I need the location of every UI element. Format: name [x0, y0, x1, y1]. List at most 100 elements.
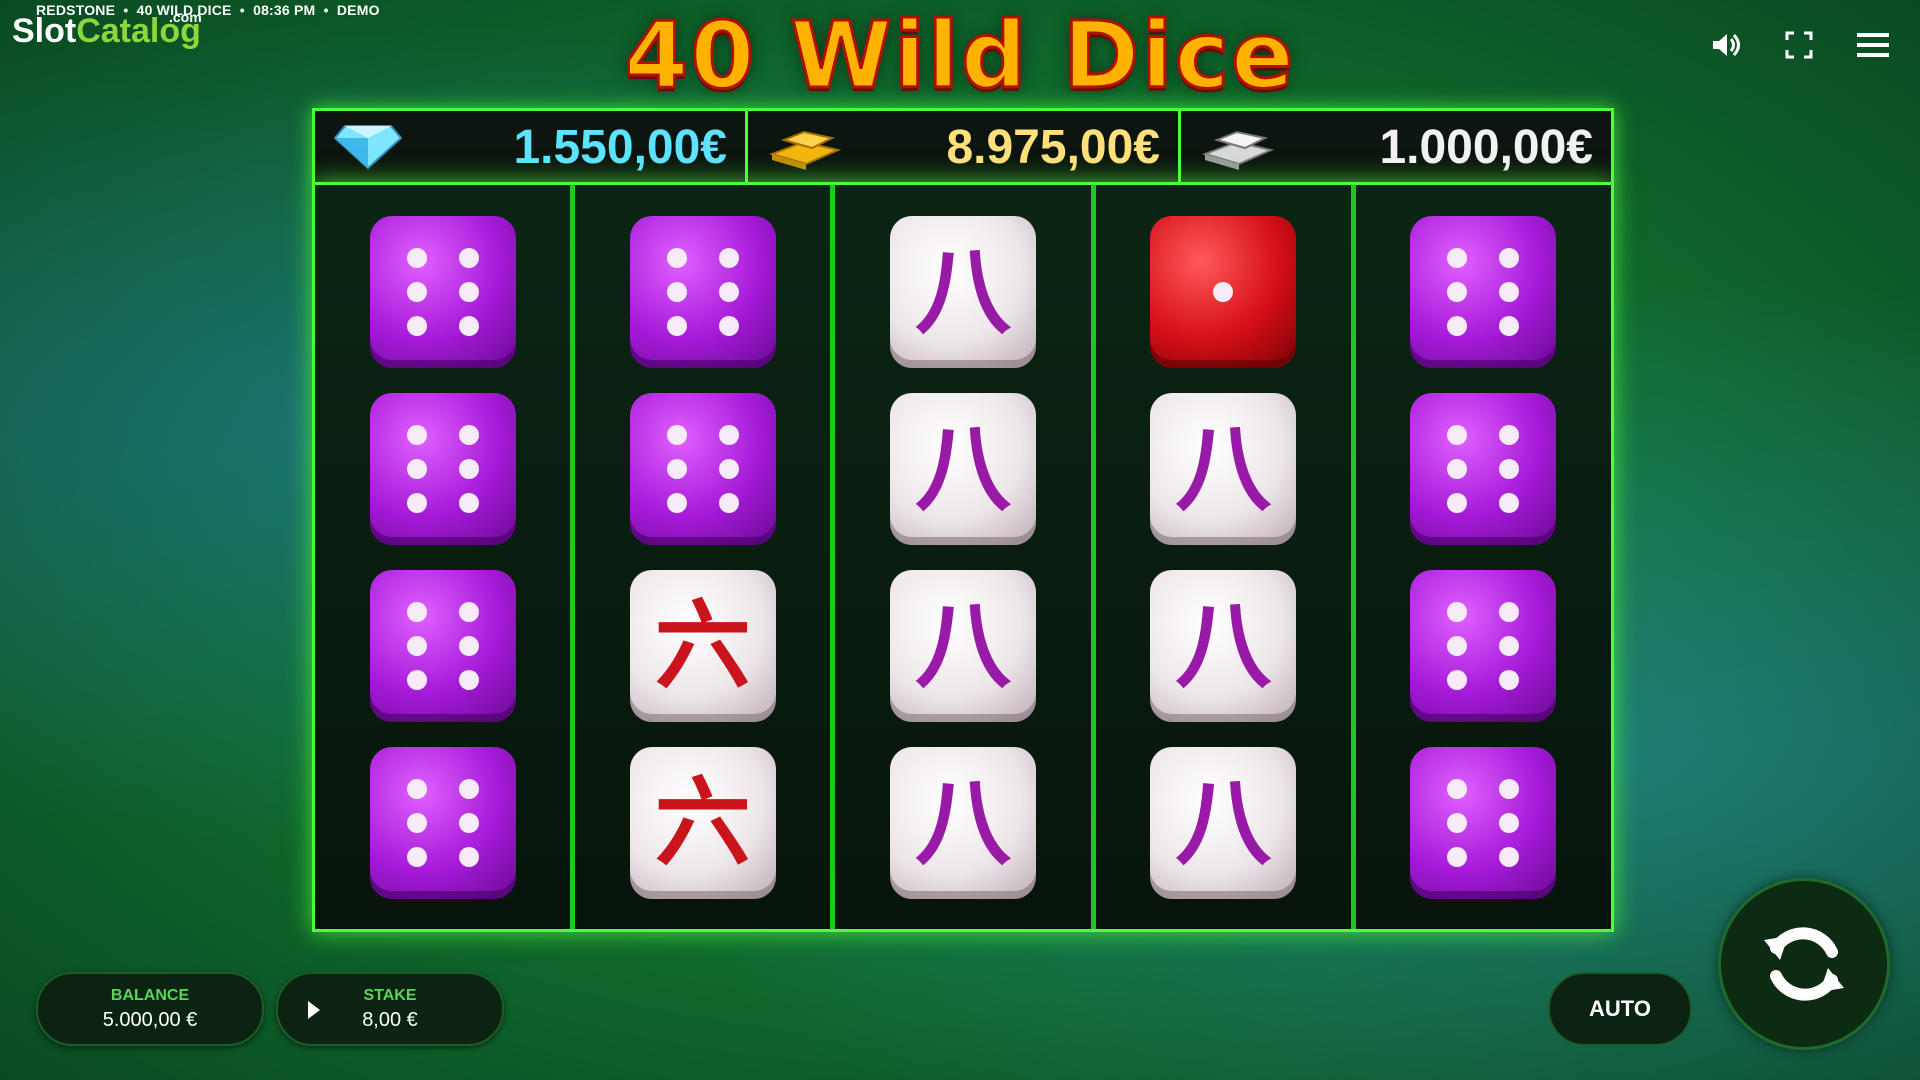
pip — [1447, 669, 1468, 690]
die-pips — [1171, 240, 1275, 344]
kanji-symbol: 八 — [1175, 589, 1272, 702]
pip — [1499, 812, 1520, 833]
pip — [666, 315, 687, 336]
pip — [1447, 812, 1468, 833]
stake-control[interactable]: STAKE 8,00 € — [276, 972, 504, 1046]
top-icons — [1708, 28, 1890, 62]
pip — [666, 424, 687, 445]
pip — [1499, 669, 1520, 690]
kanji-symbol: 八 — [915, 235, 1011, 348]
kanji-die: 六 — [629, 569, 776, 722]
kanji-symbol: 八 — [915, 589, 1011, 702]
spin-button[interactable] — [1718, 878, 1890, 1050]
pip — [458, 846, 479, 867]
reels-grid: 六六八八八八八八八 — [312, 182, 1614, 932]
purple-die — [1410, 392, 1557, 545]
pip — [458, 812, 479, 833]
pip — [406, 247, 427, 268]
purple-die — [1410, 746, 1557, 899]
kanji-die: 八 — [1150, 392, 1297, 545]
kanji-symbol: 八 — [915, 412, 1011, 525]
pip — [1447, 601, 1468, 622]
kanji-symbol: 八 — [915, 766, 1011, 879]
reel-5 — [1356, 185, 1611, 929]
pip — [406, 669, 427, 690]
pip — [1499, 846, 1520, 867]
die-pips — [1431, 771, 1535, 875]
pip — [1499, 247, 1520, 268]
purple-die — [369, 215, 516, 368]
reel-3: 八八八八 — [835, 185, 1096, 929]
pip — [1447, 778, 1468, 799]
pip — [666, 458, 687, 479]
jackpot-silver-value: 1.000,00€ — [1379, 120, 1593, 174]
auto-button[interactable]: AUTO — [1548, 972, 1692, 1046]
pip — [406, 281, 427, 302]
die-pips — [391, 594, 495, 698]
pip — [1213, 281, 1234, 302]
pip — [1499, 424, 1520, 445]
hamburger-menu-icon[interactable] — [1856, 28, 1890, 62]
pip — [458, 424, 479, 445]
pip — [406, 424, 427, 445]
pip — [406, 492, 427, 513]
kanji-symbol: 八 — [1175, 766, 1272, 879]
purple-die — [369, 392, 516, 545]
game-title: 40 Wild Dice — [623, 1, 1296, 111]
pip — [718, 424, 739, 445]
purple-die — [1410, 215, 1557, 368]
pip — [666, 247, 687, 268]
pip — [406, 778, 427, 799]
fullscreen-icon[interactable] — [1782, 28, 1816, 62]
die-pips — [1431, 417, 1535, 521]
pip — [458, 669, 479, 690]
pip — [458, 778, 479, 799]
jackpot-gold-value: 8.975,00€ — [946, 120, 1160, 174]
jackpot-bar: 1.550,00€ 8.975,00€ 1.000,00€ — [312, 108, 1614, 186]
die-pips — [1431, 240, 1535, 344]
kanji-symbol: 六 — [654, 589, 751, 702]
pip — [406, 635, 427, 656]
balance-display: BALANCE 5.000,00 € — [36, 972, 264, 1046]
pip — [1447, 315, 1468, 336]
pip — [406, 458, 427, 479]
pip — [1447, 458, 1468, 479]
pip — [1447, 635, 1468, 656]
kanji-die: 八 — [890, 392, 1036, 545]
jackpot-diamond: 1.550,00€ — [315, 111, 748, 183]
pip — [1499, 778, 1520, 799]
pip — [1499, 315, 1520, 336]
reel-2: 六六 — [575, 185, 836, 929]
play-arrow-icon[interactable] — [308, 1001, 320, 1019]
purple-die — [369, 569, 516, 722]
pip — [1447, 247, 1468, 268]
stake-label: STAKE — [363, 986, 417, 1004]
stake-value: 8,00 € — [362, 1008, 418, 1031]
die-pips — [391, 771, 495, 875]
kanji-die: 八 — [890, 746, 1036, 899]
pip — [718, 247, 739, 268]
kanji-symbol: 八 — [1175, 412, 1272, 525]
pip — [458, 492, 479, 513]
kanji-symbol: 六 — [654, 766, 751, 879]
pip — [1447, 281, 1468, 302]
pip — [458, 315, 479, 336]
jackpot-silver: 1.000,00€ — [1181, 111, 1611, 183]
pip — [458, 281, 479, 302]
red-die — [1150, 215, 1297, 368]
die-pips — [391, 417, 495, 521]
speaker-icon[interactable] — [1708, 28, 1742, 62]
pip — [718, 492, 739, 513]
diamond-icon — [333, 120, 403, 175]
pip — [458, 458, 479, 479]
reel-1 — [315, 185, 576, 929]
pip — [458, 635, 479, 656]
pip — [718, 315, 739, 336]
jackpot-diamond-value: 1.550,00€ — [513, 120, 727, 174]
pip — [718, 458, 739, 479]
kanji-die: 八 — [1150, 569, 1297, 722]
pip — [1499, 458, 1520, 479]
kanji-die: 八 — [1150, 746, 1297, 899]
die-pips — [651, 417, 755, 521]
pip — [666, 492, 687, 513]
